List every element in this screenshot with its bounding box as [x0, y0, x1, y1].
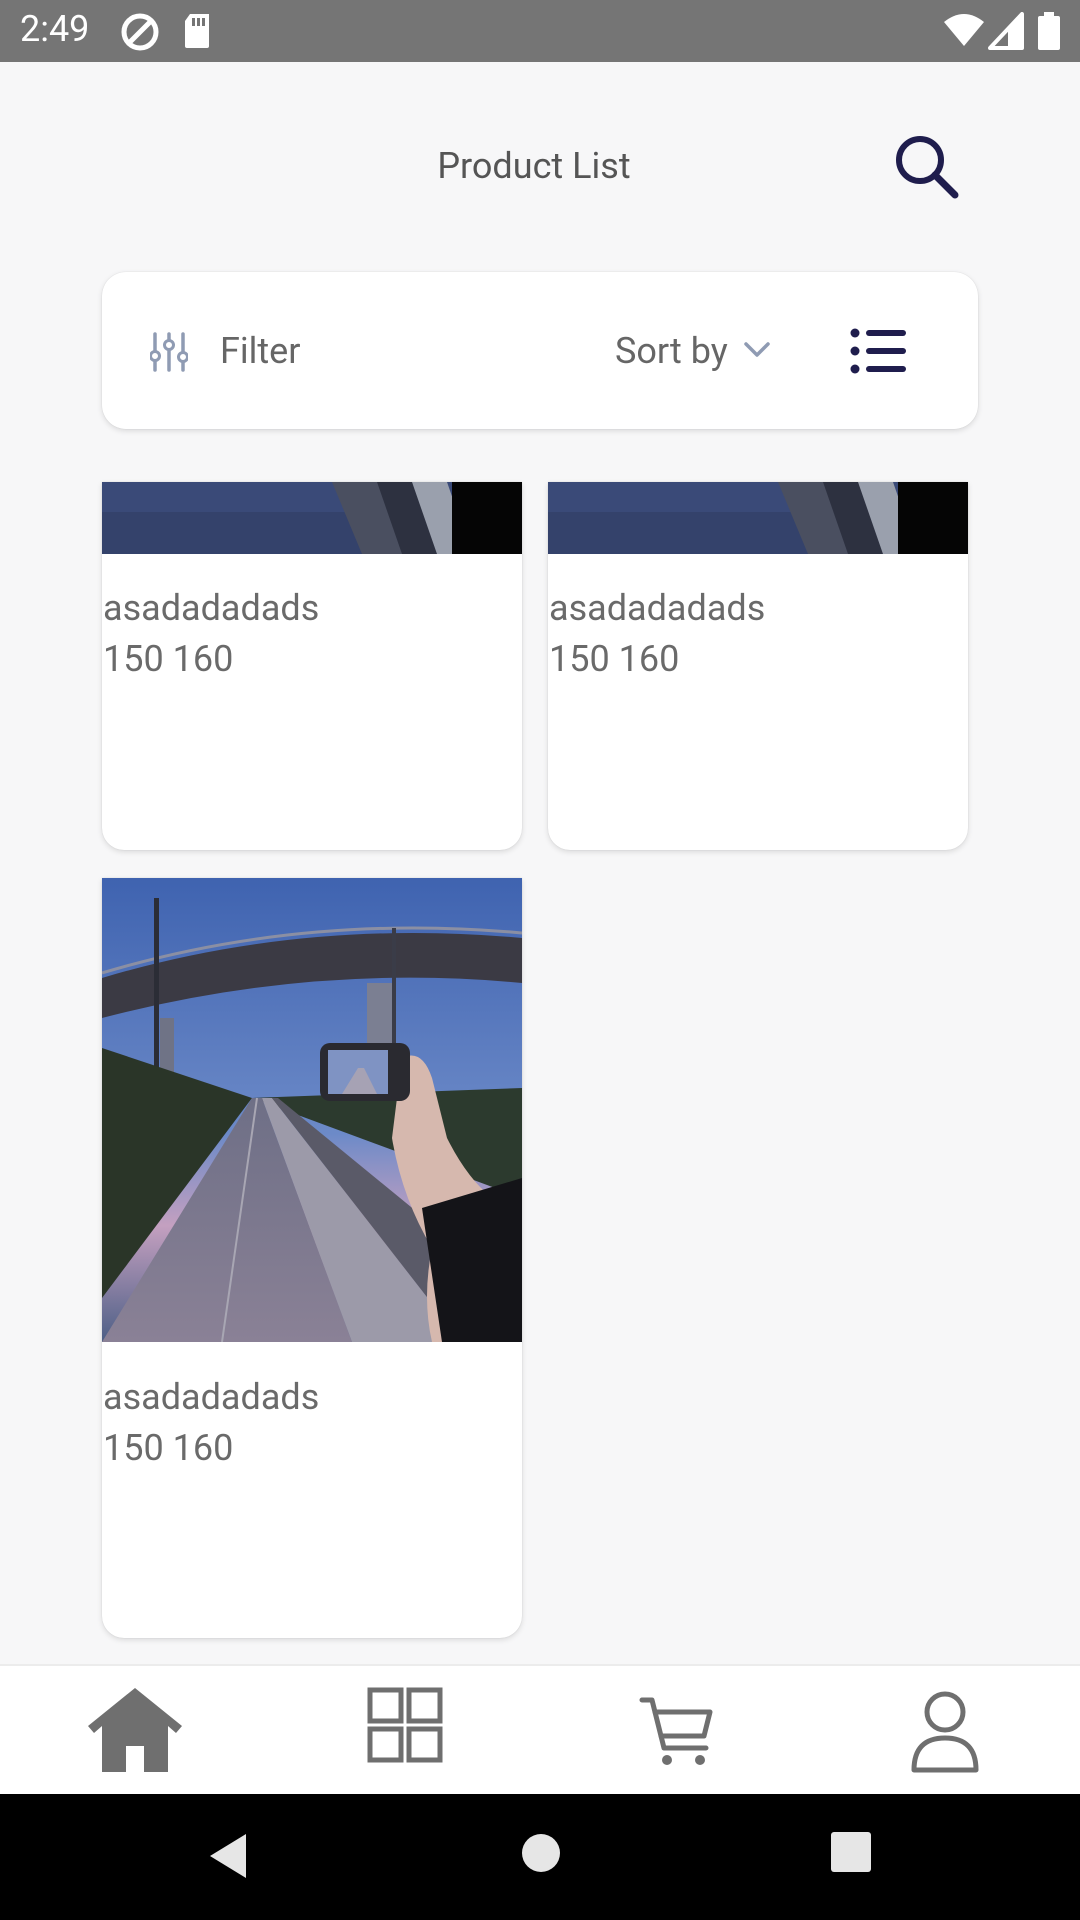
system-navigation-bar: [0, 1794, 1080, 1920]
nav-categories[interactable]: [350, 1676, 460, 1786]
nav-cart[interactable]: [620, 1676, 730, 1786]
home-icon: [88, 1688, 182, 1772]
battery-icon: [1038, 12, 1060, 54]
sort-by-label: Sort by: [615, 330, 728, 372]
filter-sort-bar: Filter Sort by: [102, 272, 978, 429]
cart-icon: [639, 1697, 713, 1765]
product-price: 150 160: [103, 638, 234, 680]
status-time: 2:49: [20, 8, 90, 50]
product-name: asadadadads: [549, 587, 766, 629]
product-price: 150 160: [103, 1427, 234, 1469]
product-card[interactable]: asadadadads 150 160: [102, 482, 522, 850]
signal-icon: [988, 12, 1024, 54]
sd-card-icon: [182, 12, 212, 54]
search-icon: [896, 136, 959, 199]
profile-icon: [911, 1691, 979, 1773]
filter-sliders-icon: [150, 332, 188, 372]
product-price: 150 160: [549, 638, 680, 680]
categories-icon: [367, 1687, 443, 1763]
search-button[interactable]: [892, 132, 962, 202]
product-name: asadadadads: [103, 587, 320, 629]
product-name: asadadadads: [103, 1376, 320, 1418]
list-view-icon[interactable]: [850, 328, 906, 374]
recents-icon[interactable]: [831, 1832, 871, 1872]
product-image: [548, 482, 968, 554]
back-icon[interactable]: [206, 1832, 250, 1880]
app-screen: 2:49 Product List Filter Sort by asadada…: [0, 0, 1080, 1920]
filter-label: Filter: [220, 330, 301, 372]
chevron-down-icon: [744, 342, 770, 357]
wifi-icon: [942, 12, 986, 52]
bottom-navigation: [0, 1664, 1080, 1794]
product-image: [102, 878, 522, 1342]
at-sign-icon: [120, 12, 160, 56]
nav-home[interactable]: [80, 1676, 190, 1786]
home-circle-icon[interactable]: [520, 1832, 562, 1874]
product-card[interactable]: asadadadads 150 160: [548, 482, 968, 850]
product-card[interactable]: asadadadads 150 160: [102, 878, 522, 1638]
product-image: [102, 482, 522, 554]
status-bar: 2:49: [0, 0, 1080, 62]
nav-profile[interactable]: [890, 1676, 1000, 1786]
